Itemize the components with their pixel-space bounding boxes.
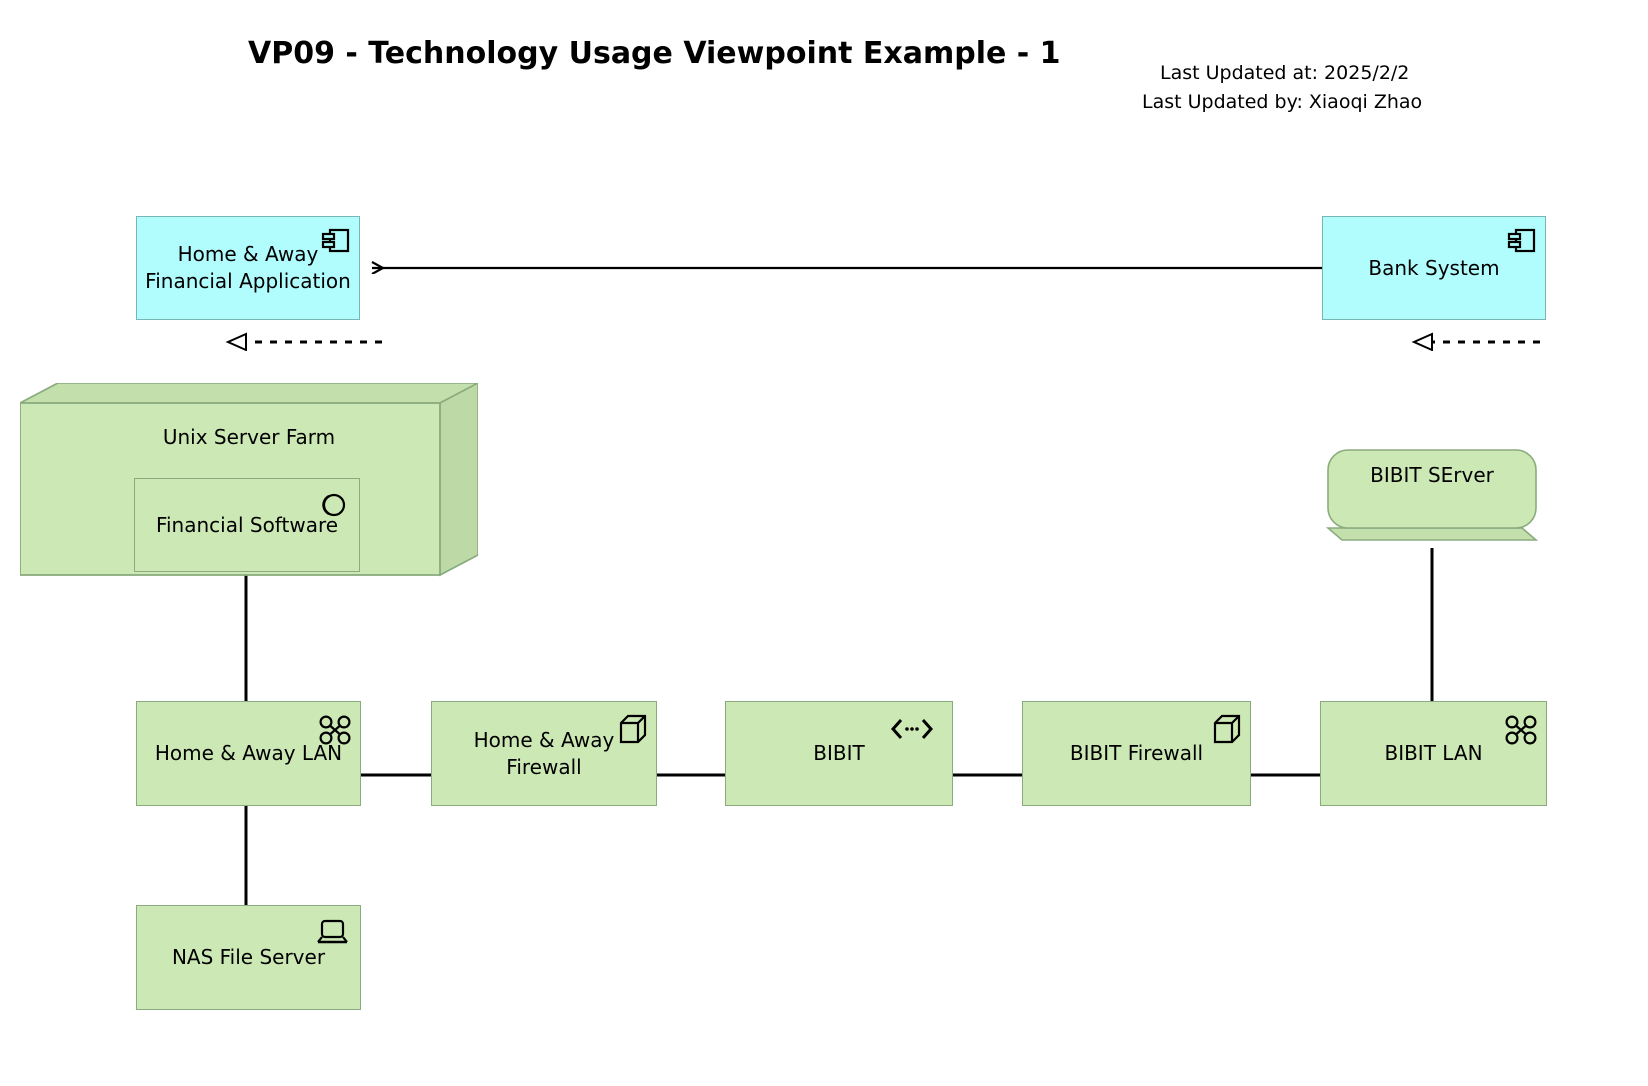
element-home-away-lan[interactable]: Home & Away LAN	[136, 701, 361, 806]
element-bibit[interactable]: BIBIT	[725, 701, 953, 806]
diagram-canvas: VP09 - Technology Usage Viewpoint Exampl…	[0, 0, 1648, 1086]
communication-network-icon	[1505, 715, 1537, 745]
element-label: Bank System	[1368, 255, 1500, 280]
path-icon	[890, 719, 934, 739]
element-bank-system[interactable]: Bank System	[1322, 216, 1546, 320]
element-label: BIBIT SErver	[1370, 463, 1494, 487]
element-label: Home & Away Firewall	[473, 727, 615, 779]
element-bibit-server[interactable]: BIBIT SErver	[1318, 448, 1546, 550]
node-icon	[1213, 714, 1241, 744]
element-nas-file-server[interactable]: NAS File Server	[136, 905, 361, 1010]
element-label: BIBIT LAN	[1384, 741, 1483, 765]
element-label: NAS File Server	[171, 945, 326, 969]
element-label: Home & Away Financial Application	[145, 242, 351, 293]
element-financial-software[interactable]: Financial Software	[134, 478, 360, 572]
application-component-icon	[1507, 228, 1536, 253]
element-bibit-lan[interactable]: BIBIT LAN	[1320, 701, 1547, 806]
element-label: Financial Software	[155, 512, 339, 537]
element-home-away-financial-application[interactable]: Home & Away Financial Application	[136, 216, 360, 320]
element-label: Unix Server Farm	[162, 425, 336, 449]
element-home-away-firewall[interactable]: Home & Away Firewall	[431, 701, 657, 806]
element-bibit-firewall[interactable]: BIBIT Firewall	[1022, 701, 1251, 806]
element-label: BIBIT Firewall	[1069, 741, 1204, 765]
element-label: Home & Away LAN	[154, 741, 343, 765]
element-label: BIBIT	[813, 741, 865, 765]
